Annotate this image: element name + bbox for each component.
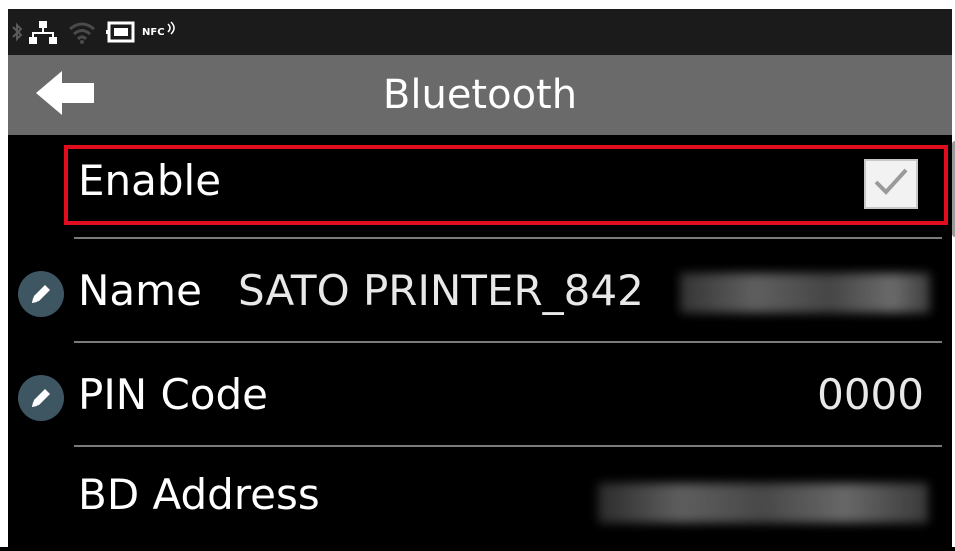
edit-pin-pencil-icon[interactable] [18, 375, 64, 421]
name-value: SATO PRINTER_842 [238, 266, 644, 315]
screen-frame-top [0, 0, 955, 9]
ethernet-icon [28, 19, 58, 45]
card-icon [106, 20, 136, 44]
settings-list: Enable Name SATO PRINTER_842 PIN Code 00… [8, 135, 955, 547]
name-row[interactable]: Name SATO PRINTER_842 [8, 239, 952, 343]
nfc-label: NFC [142, 26, 165, 38]
enable-checkbox[interactable] [864, 159, 918, 209]
screen-frame-left [0, 0, 8, 547]
page-title: Bluetooth [382, 72, 578, 118]
redacted-bd-address-value [598, 483, 928, 523]
enable-label: Enable [78, 156, 222, 205]
enable-row[interactable]: Enable [8, 135, 955, 239]
nfc-icon: NFC [142, 21, 180, 38]
redacted-name-suffix [680, 273, 930, 313]
pin-code-row[interactable]: PIN Code 0000 [8, 343, 952, 447]
status-bar: NFC [8, 9, 952, 55]
bd-address-row: BD Address [8, 447, 952, 551]
title-bar: Bluetooth [8, 55, 952, 135]
wifi-icon [68, 20, 96, 44]
pin-code-value: 0000 [817, 370, 924, 419]
bluetooth-icon [10, 21, 24, 43]
name-label: Name [78, 266, 202, 315]
bd-address-label: BD Address [78, 470, 320, 519]
edit-name-pencil-icon[interactable] [18, 271, 64, 317]
pin-code-label: PIN Code [78, 370, 269, 419]
checkmark-icon [871, 164, 911, 204]
